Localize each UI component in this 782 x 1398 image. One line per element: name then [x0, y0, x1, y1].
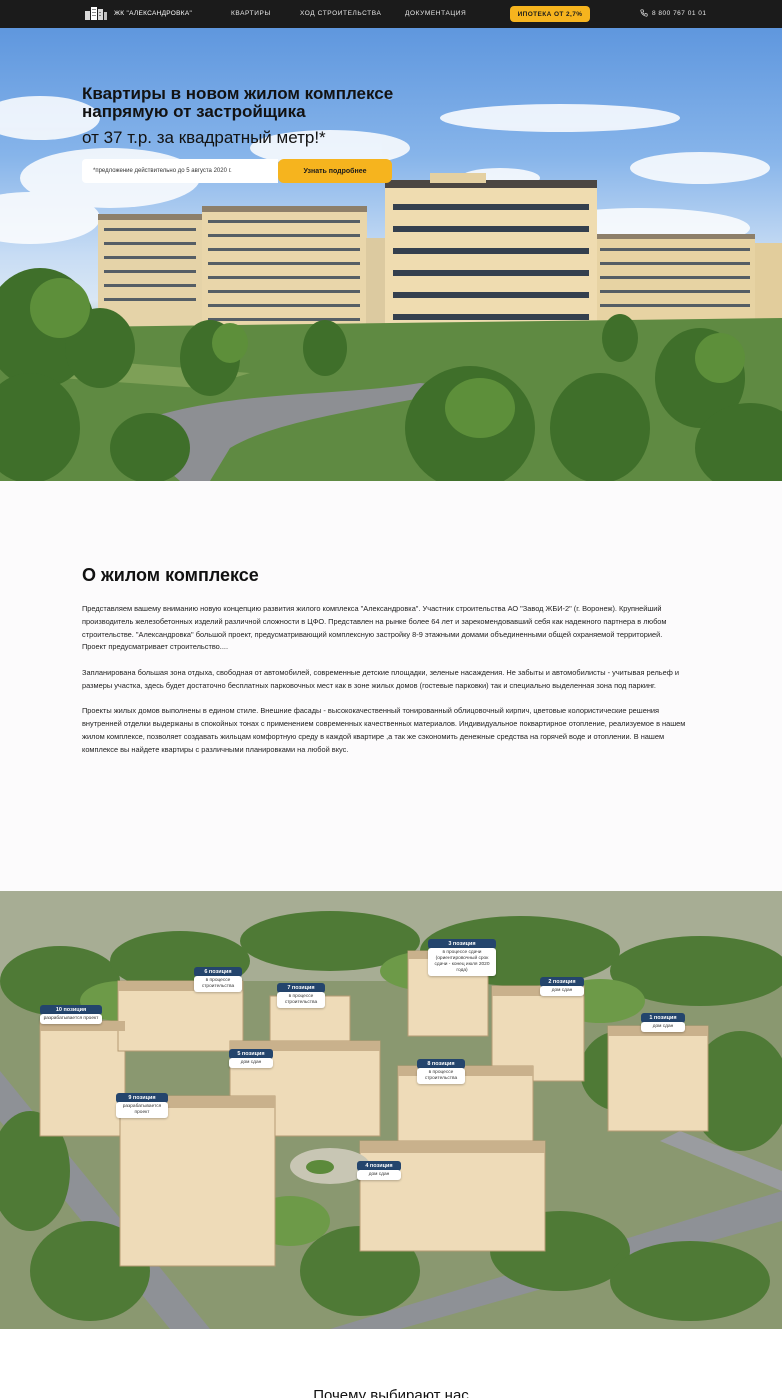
hero-subtitle: от 37 т.р. за квадратный метр!*	[82, 128, 326, 147]
position-tag[interactable]: 7 позиция в процессе строительства	[277, 983, 325, 1008]
hero-section: Квартиры в новом жилом комплексе напряму…	[0, 28, 782, 481]
why-us-section: Почему выбирают нас	[0, 1329, 782, 1398]
position-tag[interactable]: 10 позиция разрабатывается проект	[40, 1005, 102, 1024]
why-us-title: Почему выбирают нас	[313, 1387, 469, 1398]
top-nav: ЖК "АЛЕКСАНДРОВКА" КВАРТИРЫ ХОД СТРОИТЕЛ…	[0, 0, 782, 28]
position-status: в процессе сдачи (ориентировочный срок с…	[428, 948, 496, 976]
position-tag[interactable]: 6 позиция в процессе строительства	[194, 967, 242, 992]
mortgage-button[interactable]: ИПОТЕКА ОТ 2,7%	[510, 6, 590, 22]
position-tag[interactable]: 1 позиция дом сдан	[641, 1013, 685, 1032]
position-tag[interactable]: 4 позиция дом сдан	[357, 1161, 401, 1180]
complex-aerial-map: 10 позиция разрабатывается проект 6 пози…	[0, 891, 782, 1329]
position-status: дом сдан	[357, 1170, 401, 1180]
logo-text: ЖК "АЛЕКСАНДРОВКА"	[114, 9, 193, 17]
nav-link-apartments[interactable]: КВАРТИРЫ	[231, 10, 271, 17]
about-paragraph: Запланирована большая зона отдыха, свобо…	[82, 667, 680, 690]
hero-title: Квартиры в новом жилом комплексе напряму…	[82, 84, 394, 121]
position-tag[interactable]: 8 позиция в процессе строительства	[417, 1059, 465, 1084]
phone-number: 8 800 767 01 01	[652, 9, 707, 17]
nav-link-construction[interactable]: ХОД СТРОИТЕЛЬСТВА	[300, 10, 381, 17]
position-status: в процессе строительства	[277, 992, 325, 1008]
position-status: в процессе строительства	[417, 1068, 465, 1084]
position-tag[interactable]: 3 позиция в процессе сдачи (ориентировоч…	[428, 939, 496, 976]
learn-more-button[interactable]: Узнать подробнее	[278, 159, 392, 183]
position-status: дом сдан	[641, 1022, 685, 1032]
offer-note: *предложение действительно до 5 августа …	[82, 159, 278, 183]
position-status: разрабатывается проект	[116, 1102, 168, 1118]
phone[interactable]: 8 800 767 01 01	[640, 9, 707, 17]
position-tag[interactable]: 9 позиция разрабатывается проект	[116, 1093, 168, 1118]
about-section: О жилом комплексе Представляем вашему вн…	[0, 481, 782, 891]
buildings-logo-icon	[85, 7, 107, 20]
position-tag[interactable]: 2 позиция дом сдан	[540, 977, 584, 996]
about-paragraph: Представляем вашему вниманию новую конце…	[82, 604, 667, 652]
about-paragraph: Проекты жилых домов выполнены в едином с…	[82, 706, 686, 754]
nav-link-documents[interactable]: ДОКУМЕНТАЦИЯ	[405, 10, 466, 17]
position-tag[interactable]: 5 позиция дом сдан	[229, 1049, 273, 1068]
about-text: Представляем вашему вниманию новую конце…	[82, 603, 688, 757]
logo[interactable]: ЖК "АЛЕКСАНДРОВКА"	[84, 6, 192, 20]
position-status: в процессе строительства	[194, 976, 242, 992]
phone-icon	[640, 9, 648, 17]
about-title: О жилом комплексе	[82, 565, 259, 585]
position-status: дом сдан	[229, 1058, 273, 1068]
position-status: разрабатывается проект	[40, 1014, 102, 1024]
position-status: дом сдан	[540, 986, 584, 996]
